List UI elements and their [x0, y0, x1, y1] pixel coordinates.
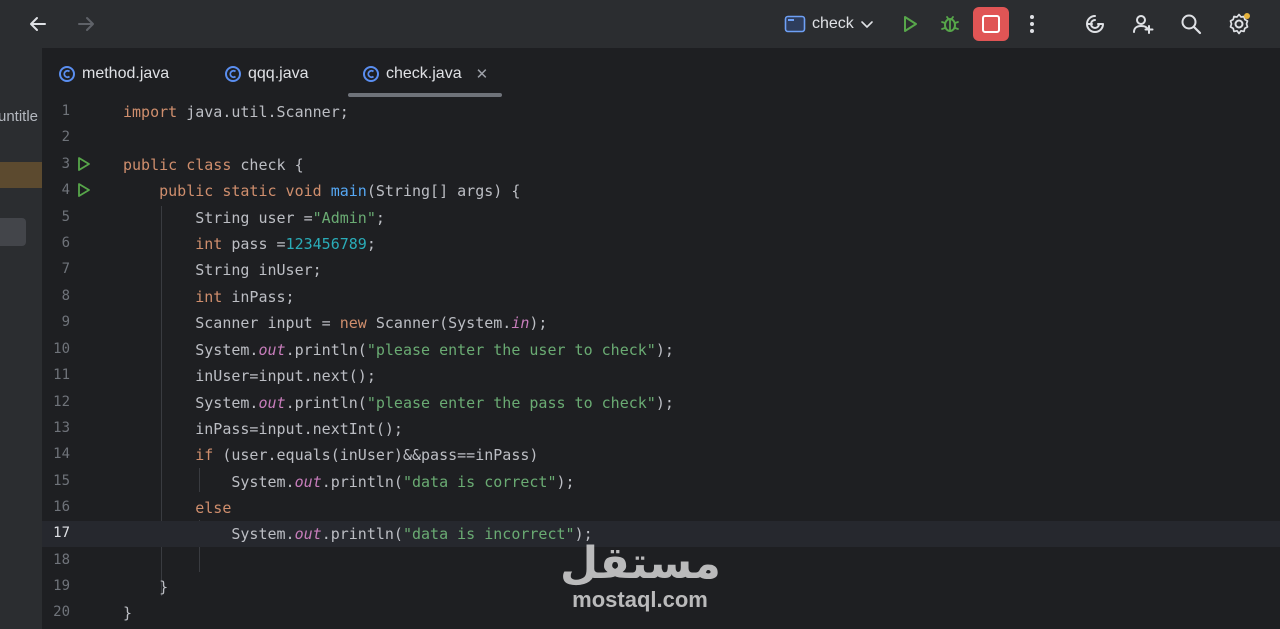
code-line[interactable]: 6 int pass =123456789;	[42, 231, 1280, 257]
line-number: 5	[61, 209, 70, 225]
line-number: 3	[61, 156, 70, 172]
debug-icon[interactable]	[938, 12, 962, 36]
line-number: 18	[53, 552, 70, 568]
code-text: }	[123, 604, 133, 622]
run-icon[interactable]	[898, 12, 922, 36]
run-configuration-selector[interactable]: check	[784, 12, 874, 36]
mostaql-watermark: مستقل mostaql.com	[560, 538, 721, 612]
java-class-icon	[59, 66, 75, 82]
line-number: 4	[61, 182, 70, 198]
line-number: 15	[53, 473, 70, 489]
line-number: 13	[53, 420, 70, 436]
chevron-down-icon	[860, 21, 873, 29]
code-line[interactable]: 16 else	[42, 495, 1280, 521]
code-text: Scanner input = new Scanner(System.in);	[123, 314, 548, 332]
code-line[interactable]: 1 import java.util.Scanner;	[42, 99, 1280, 125]
forward-arrow-icon[interactable]	[74, 12, 98, 36]
tab-label: method.java	[82, 65, 170, 82]
code-text: else	[195, 499, 232, 517]
code-line[interactable]: 4 public static void main(String[] args)…	[42, 178, 1280, 204]
tab-label: check.java	[386, 65, 462, 82]
line-number: 8	[61, 288, 70, 304]
code-text: }	[123, 578, 169, 596]
code-line[interactable]: 10 System.out.println("please enter the …	[42, 337, 1280, 363]
code-text: if (user.equals(inUser)&&pass==inPass)	[195, 446, 539, 464]
code-text: System.out.println("please enter the use…	[123, 341, 674, 359]
code-line[interactable]: 14 if (user.equals(inUser)&&pass==inPass…	[42, 442, 1280, 468]
run-config-icon	[784, 15, 806, 33]
watermark-latin: mostaql.com	[572, 587, 708, 612]
close-icon[interactable]: ✕	[476, 65, 489, 83]
tab-label: qqq.java	[248, 65, 309, 82]
code-line[interactable]: 3 public class check {	[42, 152, 1280, 178]
search-icon[interactable]	[1179, 12, 1203, 36]
code-text: import java.util.Scanner;	[123, 103, 349, 121]
run-gutter-icon[interactable]	[76, 182, 92, 202]
add-user-icon[interactable]	[1131, 12, 1155, 36]
code-text: int inPass;	[195, 288, 295, 306]
line-number: 1	[61, 103, 70, 119]
code-line[interactable]: 11 inUser=input.next();	[42, 363, 1280, 389]
run-config-label: check	[812, 15, 854, 32]
project-label[interactable]: untitle	[0, 108, 38, 125]
main-toolbar: check	[0, 0, 1280, 49]
line-number: 11	[53, 367, 70, 383]
code-text: String inUser;	[123, 261, 322, 279]
code-line[interactable]: 7 String inUser;	[42, 257, 1280, 283]
code-line[interactable]: 15 System.out.println("data is correct")…	[42, 469, 1280, 495]
java-class-icon	[225, 66, 241, 82]
code-line[interactable]: 9 Scanner input = new Scanner(System.in)…	[42, 310, 1280, 336]
active-tab-indicator	[348, 93, 502, 97]
code-line[interactable]: 13 inPass=input.nextInt();	[42, 416, 1280, 442]
run-gutter-icon[interactable]	[76, 156, 92, 176]
settings-icon[interactable]	[1227, 12, 1251, 36]
line-number: 9	[61, 314, 70, 330]
code-text: System.out.println("data is incorrect");	[123, 525, 593, 543]
code-text: int pass =123456789;	[195, 235, 376, 253]
tab-method-java[interactable]: method.java	[58, 62, 169, 86]
stop-icon	[982, 15, 1000, 33]
tab-qqq-java[interactable]: qqq.java	[224, 62, 309, 86]
code-text: public static void main(String[] args) {	[159, 182, 521, 200]
line-number: 14	[53, 446, 70, 462]
code-text: public class check {	[123, 156, 304, 174]
line-number: 6	[61, 235, 70, 251]
code-line[interactable]: 8 int inPass;	[42, 284, 1280, 310]
editor-tab-bar: method.java qqq.java check.java ✕	[42, 48, 1280, 99]
more-icon[interactable]	[1020, 12, 1044, 36]
line-number: 20	[53, 604, 70, 620]
code-text: System.out.println("please enter the pas…	[123, 394, 674, 412]
code-text: System.out.println("data is correct");	[123, 473, 575, 491]
line-number: 7	[61, 261, 70, 277]
watermark-arabic: مستقل	[560, 538, 721, 589]
code-text: String user ="Admin";	[123, 209, 385, 227]
line-number: 2	[61, 129, 70, 145]
line-number: 19	[53, 578, 70, 594]
stop-button[interactable]	[973, 7, 1009, 41]
code-text: inUser=input.next();	[123, 367, 376, 385]
ai-assistant-icon[interactable]	[1083, 12, 1107, 36]
selected-project-item[interactable]	[0, 162, 42, 188]
code-line[interactable]: 2	[42, 125, 1280, 151]
line-number: 12	[53, 394, 70, 410]
project-panel: untitle	[0, 48, 42, 629]
code-text: inPass=input.nextInt();	[123, 420, 403, 438]
tab-check-java[interactable]: check.java ✕	[362, 62, 488, 86]
line-number: 16	[53, 499, 70, 515]
line-number: 10	[53, 341, 70, 357]
project-panel-item[interactable]	[0, 218, 26, 246]
line-number: 17	[53, 525, 70, 541]
code-line[interactable]: 5 String user ="Admin";	[42, 205, 1280, 231]
code-line[interactable]: 12 System.out.println("please enter the …	[42, 390, 1280, 416]
back-arrow-icon[interactable]	[26, 12, 50, 36]
java-class-icon	[363, 66, 379, 82]
